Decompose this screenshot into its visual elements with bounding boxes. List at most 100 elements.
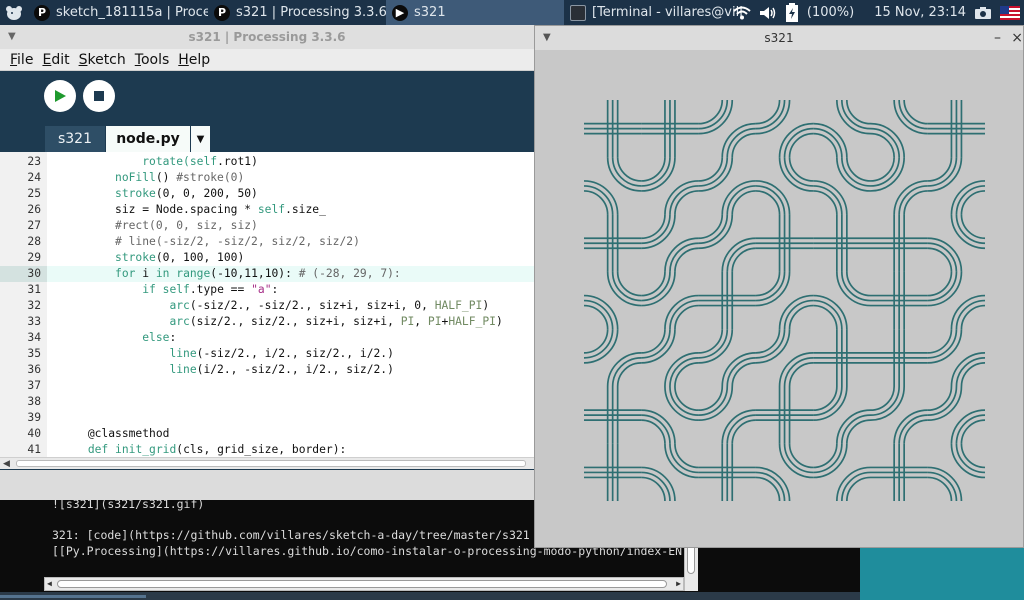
code-line[interactable]: 37 bbox=[0, 378, 534, 394]
screenshot-icon[interactable] bbox=[974, 6, 992, 20]
menu-help[interactable]: Help bbox=[178, 52, 210, 68]
line-number: 40 bbox=[27, 427, 41, 440]
system-tray: (100%) 15 Nov, 23:14 bbox=[733, 0, 1024, 25]
code-line[interactable]: 36 line(i/2., -siz/2., i/2., siz/2.) bbox=[0, 362, 534, 378]
menu-sketch[interactable]: Sketch bbox=[79, 52, 126, 68]
line-number: 31 bbox=[27, 283, 41, 296]
scroll-left-icon[interactable]: ◀ bbox=[47, 578, 52, 590]
tab-node-py[interactable]: node.py bbox=[106, 126, 190, 153]
task-terminal[interactable]: [Terminal - villares@villa... bbox=[564, 0, 742, 25]
truchet-pattern bbox=[584, 100, 985, 501]
code-line[interactable]: 38 bbox=[0, 394, 534, 410]
code-text: siz = Node.spacing * self.size_ bbox=[60, 203, 326, 216]
code-line[interactable]: 26 siz = Node.spacing * self.size_ bbox=[0, 202, 534, 218]
battery-percent: (100%) bbox=[806, 5, 855, 20]
play-icon: ▶ bbox=[392, 4, 408, 21]
sketch-title: s321 bbox=[764, 31, 794, 45]
code-text: # line(-siz/2, -siz/2, siz/2, siz/2) bbox=[115, 235, 360, 248]
menu-tools[interactable]: Tools bbox=[135, 52, 170, 68]
code-line[interactable]: 39 bbox=[0, 410, 534, 426]
menu-edit[interactable]: Edit bbox=[42, 52, 69, 68]
window-menu-icon[interactable]: ▼ bbox=[8, 25, 16, 49]
scroll-right-icon[interactable]: ▶ bbox=[676, 578, 681, 590]
code-text: rotate(self.rot1) bbox=[60, 155, 258, 168]
stop-icon bbox=[94, 91, 104, 101]
line-number: 41 bbox=[27, 443, 41, 456]
code-line[interactable]: 32 arc(-siz/2., -siz/2., siz+i, siz+i, 0… bbox=[0, 298, 534, 314]
line-number: 37 bbox=[27, 379, 41, 392]
app-menu-button[interactable] bbox=[0, 0, 28, 25]
processing-icon: P bbox=[34, 4, 50, 21]
line-number: 27 bbox=[27, 219, 41, 232]
processing-icon: P bbox=[214, 4, 230, 21]
line-number: 24 bbox=[27, 171, 41, 184]
code-line[interactable]: 33 arc(siz/2., siz/2., siz+i, siz+i, PI,… bbox=[0, 314, 534, 330]
us-flag-icon[interactable] bbox=[1000, 5, 1020, 20]
scrollbar-thumb[interactable] bbox=[57, 580, 667, 588]
scroll-left-icon[interactable]: ◀ bbox=[3, 458, 10, 470]
code-line[interactable]: 24 noFill() #stroke(0) bbox=[0, 170, 534, 186]
line-number: 23 bbox=[27, 155, 41, 168]
console-line: 321: [code](https://github.com/villares/… bbox=[52, 528, 530, 542]
close-button[interactable]: × bbox=[1011, 26, 1023, 50]
ide-status-bar bbox=[0, 470, 534, 500]
line-number: 34 bbox=[27, 331, 41, 344]
task-s321-sketch[interactable]: ▶ s321 bbox=[386, 0, 564, 25]
task-label: s321 bbox=[414, 5, 446, 20]
code-text: stroke(0, 0, 200, 50) bbox=[115, 187, 258, 200]
line-number: 26 bbox=[27, 203, 41, 216]
wifi-icon[interactable] bbox=[733, 6, 751, 20]
line-number: 39 bbox=[27, 411, 41, 424]
code-text: arc(-siz/2., -siz/2., siz+i, siz+i, 0, H… bbox=[169, 299, 490, 312]
mouse-logo-icon bbox=[6, 5, 22, 20]
editor-tabbar: s321 node.py ▼ bbox=[0, 126, 534, 153]
code-text: stroke(0, 100, 100) bbox=[115, 251, 245, 264]
code-text: for i in range(-10,11,10): # (-28, 29, 7… bbox=[115, 267, 401, 280]
minimize-button[interactable]: – bbox=[994, 26, 1001, 50]
play-icon bbox=[55, 90, 66, 102]
console-horizontal-scrollbar[interactable]: ◀ ▶ bbox=[44, 577, 684, 591]
desktop: P sketch_181115a | Proce... P s321 | Pro… bbox=[0, 0, 1024, 600]
line-number: 36 bbox=[27, 363, 41, 376]
stop-button[interactable] bbox=[83, 80, 115, 112]
editor-horizontal-scrollbar[interactable]: ◀ bbox=[0, 457, 534, 469]
scrollbar-thumb[interactable] bbox=[16, 460, 526, 467]
code-line[interactable]: 31 if self.type == "a": bbox=[0, 282, 534, 298]
code-line[interactable]: 30 for i in range(-10,11,10): # (-28, 29… bbox=[0, 266, 534, 282]
code-line[interactable]: 40 @classmethod bbox=[0, 426, 534, 442]
sketch-canvas[interactable] bbox=[584, 100, 985, 501]
task-s321-ide[interactable]: P s321 | Processing 3.3.6 bbox=[208, 0, 386, 25]
task-label: sketch_181115a | Proce... bbox=[56, 5, 208, 20]
code-line[interactable]: 27 #rect(0, 0, siz, siz) bbox=[0, 218, 534, 234]
menubar: File Edit Sketch Tools Help bbox=[0, 49, 534, 71]
line-number: 32 bbox=[27, 299, 41, 312]
menu-file[interactable]: File bbox=[10, 52, 33, 68]
desktop-background bbox=[860, 548, 1024, 600]
code-line[interactable]: 41 def init_grid(cls, grid_size, border)… bbox=[0, 442, 534, 457]
code-editor[interactable]: 23 rotate(self.rot1) 24 noFill() #stroke(… bbox=[0, 152, 534, 457]
line-number: 28 bbox=[27, 235, 41, 248]
sketch-window: ▼ s321 – × bbox=[534, 25, 1024, 548]
clock[interactable]: 15 Nov, 23:14 bbox=[874, 5, 966, 20]
code-line[interactable]: 28 # line(-siz/2, -siz/2, siz/2, siz/2) bbox=[0, 234, 534, 250]
code-text: line(i/2., -siz/2., i/2., siz/2.) bbox=[169, 363, 394, 376]
tab-s321[interactable]: s321 bbox=[45, 126, 105, 153]
console-line: ![s321](s321/s321.gif) bbox=[52, 497, 205, 511]
line-number: 30 bbox=[0, 266, 47, 282]
code-line[interactable]: 34 else: bbox=[0, 330, 534, 346]
task-sketch-181115a[interactable]: P sketch_181115a | Proce... bbox=[28, 0, 208, 25]
code-text: if self.type == "a": bbox=[142, 283, 279, 296]
code-line[interactable]: 35 line(-siz/2., i/2., siz/2., i/2.) bbox=[0, 346, 534, 362]
terminal-icon bbox=[570, 4, 586, 21]
volume-icon[interactable] bbox=[759, 6, 777, 20]
code-line[interactable]: 29 stroke(0, 100, 100) bbox=[0, 250, 534, 266]
code-line[interactable]: 23 rotate(self.rot1) bbox=[0, 154, 534, 170]
run-button[interactable] bbox=[44, 80, 76, 112]
window-menu-icon[interactable]: ▼ bbox=[543, 26, 551, 50]
code-line[interactable]: 25 stroke(0, 0, 200, 50) bbox=[0, 186, 534, 202]
battery-icon[interactable] bbox=[785, 2, 799, 23]
line-number: 33 bbox=[27, 315, 41, 328]
tab-menu-button[interactable]: ▼ bbox=[191, 126, 210, 153]
